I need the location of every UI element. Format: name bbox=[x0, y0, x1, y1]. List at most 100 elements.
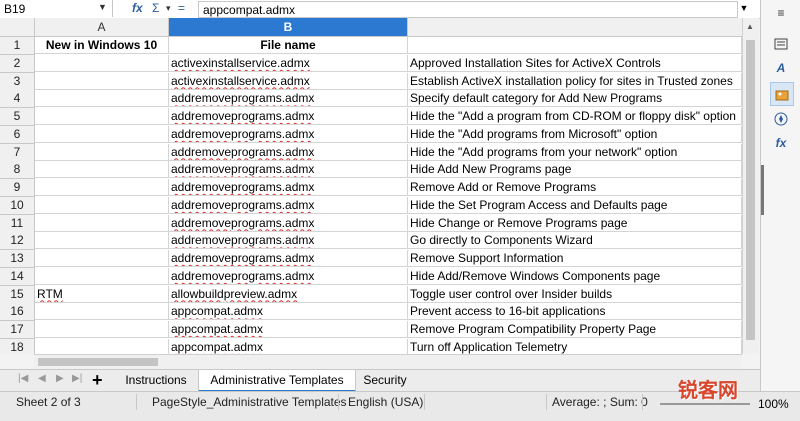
row-header[interactable]: 1 bbox=[0, 37, 35, 55]
cell-b[interactable]: addremoveprograms.admx bbox=[169, 108, 408, 125]
vertical-scroll-thumb[interactable] bbox=[746, 40, 755, 340]
cell-b[interactable]: activexinstallservice.admx bbox=[169, 72, 408, 90]
tab-instructions[interactable]: Instructions bbox=[118, 370, 194, 390]
language-status[interactable]: English (USA) bbox=[348, 395, 423, 409]
cell-a[interactable] bbox=[35, 72, 169, 90]
sidebar-settings-icon[interactable]: ≡ bbox=[770, 2, 792, 24]
vertical-scrollbar[interactable]: ▲ bbox=[742, 18, 759, 354]
row-header[interactable]: 16 bbox=[0, 303, 35, 322]
row-header[interactable]: 4 bbox=[0, 90, 35, 109]
cell-c[interactable]: Turn off Application Telemetry bbox=[408, 338, 742, 354]
row-header[interactable]: 6 bbox=[0, 125, 35, 144]
spreadsheet-grid[interactable]: A B 1 New in Windows 10 File name 2 activexi… bbox=[0, 18, 742, 354]
gallery-icon[interactable] bbox=[770, 82, 794, 106]
cell-b[interactable]: addremoveprograms.admx bbox=[169, 143, 408, 161]
cell-b[interactable]: addremoveprograms.admx bbox=[169, 179, 408, 196]
next-sheet-icon[interactable]: ▶ bbox=[56, 373, 64, 384]
cell-c[interactable]: Prevent access to 16-bit applications bbox=[408, 303, 742, 321]
cell-b[interactable]: allowbuildpreview.admx bbox=[169, 285, 408, 303]
cell-a[interactable] bbox=[35, 250, 169, 267]
row-header[interactable]: 10 bbox=[0, 196, 35, 215]
cell-c[interactable]: Hide Change or Remove Programs page bbox=[408, 214, 742, 232]
cell-b[interactable]: File name bbox=[169, 37, 408, 54]
cell-b[interactable]: appcompat.admx bbox=[169, 303, 408, 321]
previous-sheet-icon[interactable]: ◀ bbox=[38, 373, 46, 384]
row-header[interactable]: 17 bbox=[0, 321, 35, 339]
cell-a[interactable] bbox=[35, 267, 169, 285]
row-header[interactable]: 18 bbox=[0, 338, 35, 354]
row-header[interactable]: 3 bbox=[0, 72, 35, 91]
cell-a[interactable]: New in Windows 10 bbox=[35, 37, 169, 54]
row-header[interactable]: 2 bbox=[0, 54, 35, 73]
row-header[interactable]: 5 bbox=[0, 108, 35, 126]
formula-equals-icon[interactable]: = bbox=[178, 1, 185, 15]
select-all-corner[interactable] bbox=[0, 18, 35, 37]
cell-a[interactable] bbox=[35, 338, 169, 354]
cell-b[interactable]: appcompat.admx bbox=[169, 321, 408, 338]
cell-a[interactable] bbox=[35, 303, 169, 321]
last-sheet-icon[interactable]: ▶| bbox=[72, 373, 82, 384]
cell-a[interactable] bbox=[35, 321, 169, 338]
cell-c[interactable] bbox=[408, 37, 742, 54]
name-box[interactable]: B19 ▼ bbox=[0, 0, 113, 17]
cell-a[interactable] bbox=[35, 214, 169, 232]
scroll-up-icon[interactable]: ▲ bbox=[746, 22, 754, 31]
cell-b[interactable]: addremoveprograms.admx bbox=[169, 232, 408, 250]
properties-icon[interactable] bbox=[770, 32, 792, 54]
cell-c[interactable]: Hide the "Add a program from CD-ROM or f… bbox=[408, 108, 742, 125]
cell-c[interactable]: Remove Support Information bbox=[408, 250, 742, 267]
cell-b[interactable]: addremoveprograms.admx bbox=[169, 214, 408, 232]
navigator-icon[interactable] bbox=[770, 107, 792, 129]
cell-b[interactable]: addremoveprograms.admx bbox=[169, 125, 408, 143]
row-header[interactable]: 14 bbox=[0, 267, 35, 286]
row-header[interactable]: 9 bbox=[0, 179, 35, 197]
formula-input[interactable]: appcompat.admx bbox=[198, 1, 738, 18]
styles-icon[interactable]: A bbox=[770, 57, 792, 79]
cell-b[interactable]: addremoveprograms.admx bbox=[169, 267, 408, 285]
cell-a[interactable] bbox=[35, 196, 169, 214]
add-sheet-button[interactable]: + bbox=[92, 370, 103, 391]
cell-c[interactable]: Establish ActiveX installation policy fo… bbox=[408, 72, 742, 90]
cell-c[interactable]: Approved Installation Sites for ActiveX … bbox=[408, 54, 742, 72]
column-header-b[interactable]: B bbox=[169, 18, 408, 37]
cell-a[interactable] bbox=[35, 161, 169, 179]
sum-dropdown-icon[interactable]: ▾ bbox=[166, 3, 171, 14]
row-header[interactable]: 12 bbox=[0, 232, 35, 251]
cell-c[interactable]: Hide Add/Remove Windows Components page bbox=[408, 267, 742, 285]
row-header[interactable]: 7 bbox=[0, 143, 35, 162]
expand-formula-bar-icon[interactable]: ▼ bbox=[736, 0, 752, 17]
functions-icon[interactable]: fx bbox=[770, 132, 792, 154]
row-header[interactable]: 8 bbox=[0, 161, 35, 180]
sum-icon[interactable]: Σ bbox=[152, 1, 159, 15]
row-header[interactable]: 15 bbox=[0, 285, 35, 304]
cell-c[interactable]: Toggle user control over Insider builds bbox=[408, 285, 742, 303]
cell-b[interactable]: addremoveprograms.admx bbox=[169, 161, 408, 179]
column-header-c[interactable] bbox=[408, 18, 742, 37]
sidebar-resize-handle[interactable] bbox=[761, 165, 764, 215]
cell-a[interactable] bbox=[35, 90, 169, 108]
cell-a[interactable] bbox=[35, 143, 169, 161]
cell-a[interactable] bbox=[35, 54, 169, 72]
zoom-slider[interactable] bbox=[660, 403, 750, 405]
horizontal-scroll-thumb[interactable] bbox=[38, 358, 158, 366]
cell-a[interactable]: RTM bbox=[35, 285, 169, 303]
horizontal-scrollbar[interactable] bbox=[34, 354, 742, 369]
row-header[interactable]: 11 bbox=[0, 214, 35, 233]
function-wizard-icon[interactable]: fx bbox=[132, 1, 143, 15]
cell-c[interactable]: Remove Program Compatibility Property Pa… bbox=[408, 321, 742, 338]
row-header[interactable]: 13 bbox=[0, 250, 35, 268]
tab-administrative-templates[interactable]: Administrative Templates bbox=[198, 370, 356, 392]
cell-a[interactable] bbox=[35, 179, 169, 196]
zoom-level[interactable]: 100% bbox=[758, 397, 789, 411]
tab-security[interactable]: Security bbox=[358, 370, 412, 390]
cell-c[interactable]: Go directly to Components Wizard bbox=[408, 232, 742, 250]
cell-c[interactable]: Specify default category for Add New Pro… bbox=[408, 90, 742, 108]
column-header-a[interactable]: A bbox=[35, 18, 169, 37]
cell-b[interactable]: addremoveprograms.admx bbox=[169, 250, 408, 267]
cell-b[interactable]: addremoveprograms.admx bbox=[169, 90, 408, 108]
cell-c[interactable]: Hide Add New Programs page bbox=[408, 161, 742, 179]
cell-b[interactable]: activexinstallservice.admx bbox=[169, 54, 408, 72]
cell-c[interactable]: Hide the Set Program Access and Defaults… bbox=[408, 196, 742, 214]
chevron-down-icon[interactable]: ▼ bbox=[98, 2, 107, 12]
cell-a[interactable] bbox=[35, 232, 169, 250]
